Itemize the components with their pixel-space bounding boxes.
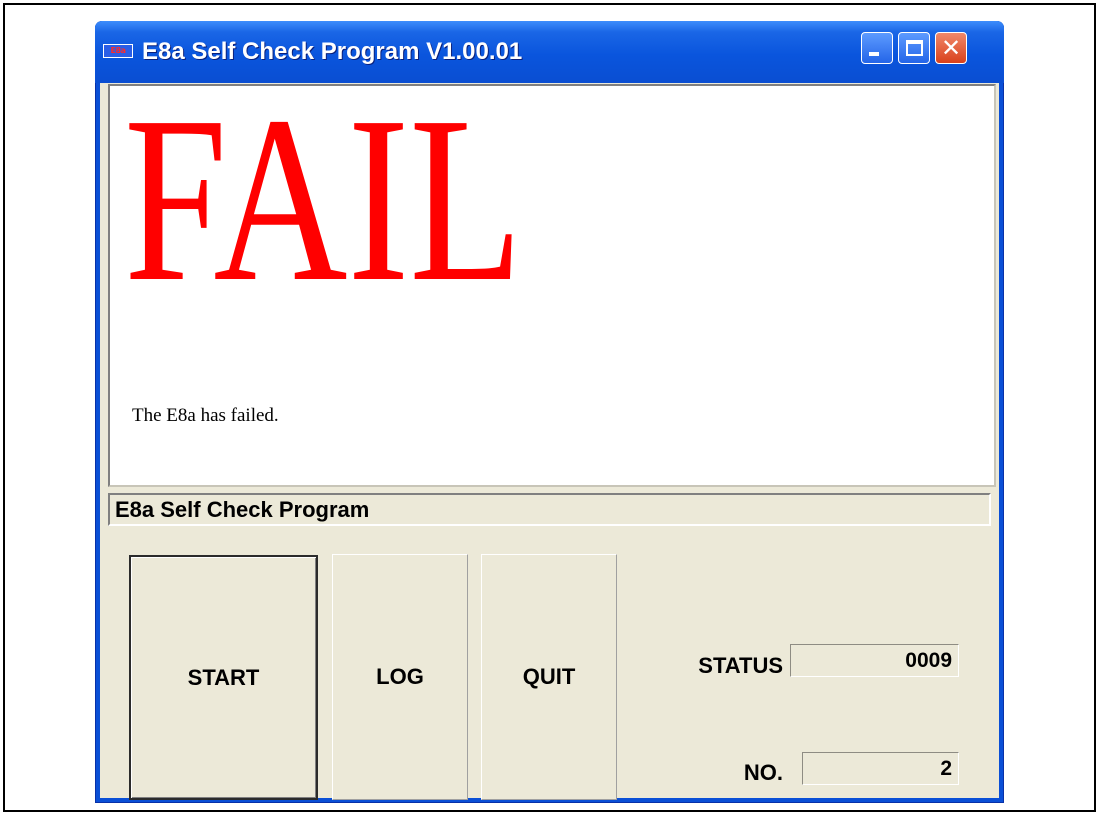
result-message: The E8a has failed. xyxy=(132,405,279,426)
result-display: FAIL The E8a has failed. xyxy=(108,68,996,487)
start-button[interactable]: START xyxy=(129,555,318,800)
maximize-button[interactable] xyxy=(898,32,930,64)
window-title: E8a Self Check Program V1.00.01 xyxy=(142,38,523,65)
minimize-icon xyxy=(869,52,879,56)
app-window: E8a E8a Self Check Program V1.00.01 ✕ FA… xyxy=(95,21,1004,803)
close-button[interactable]: ✕ xyxy=(935,32,967,64)
app-icon: E8a xyxy=(103,44,133,58)
number-value: 2 xyxy=(802,752,959,785)
status-label: STATUS xyxy=(698,653,783,678)
result-headline: FAIL xyxy=(124,68,523,331)
quit-button[interactable]: QUIT xyxy=(481,554,617,800)
window-client-area: FAIL The E8a has failed. E8a Self Check … xyxy=(100,68,999,800)
status-value: 0009 xyxy=(790,644,959,677)
minimize-button[interactable] xyxy=(861,32,893,64)
number-label: NO. xyxy=(743,760,783,785)
maximize-icon xyxy=(906,40,923,56)
close-icon: ✕ xyxy=(940,34,962,62)
log-button[interactable]: LOG xyxy=(332,554,468,800)
program-caption: E8a Self Check Program xyxy=(108,493,991,526)
